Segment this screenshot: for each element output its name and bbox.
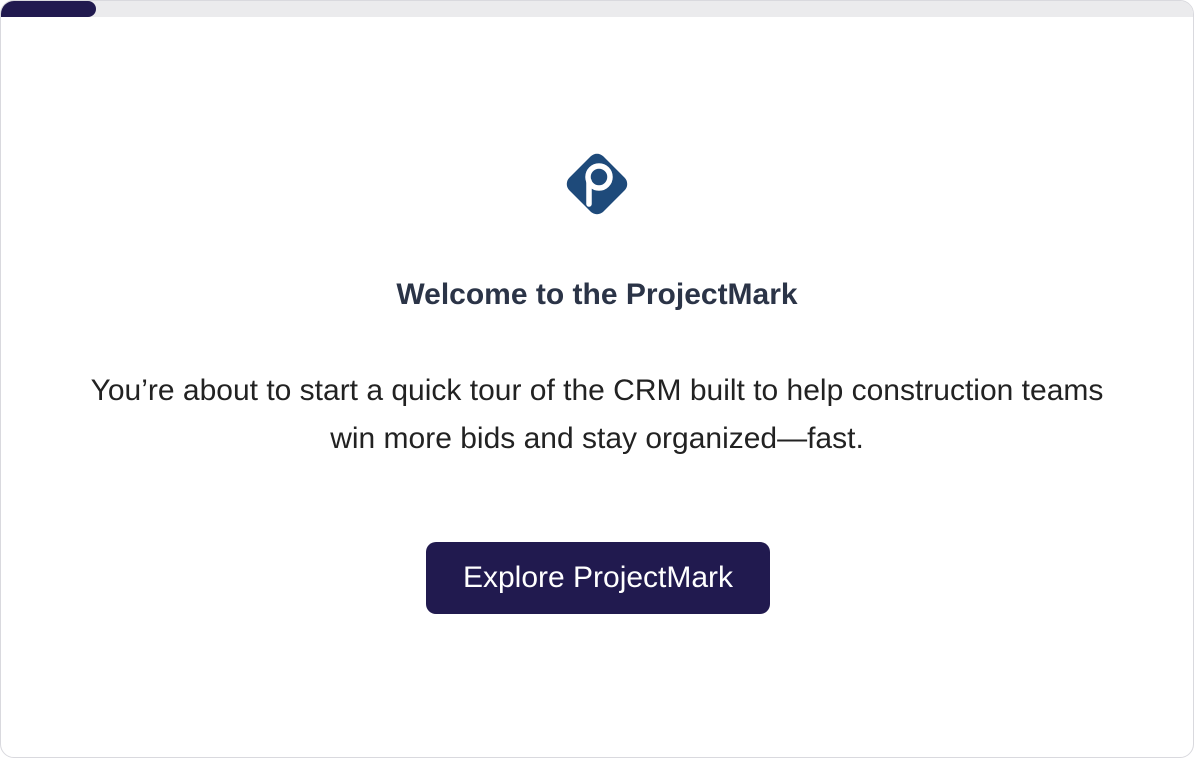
tour-progress-bar xyxy=(1,1,1193,17)
projectmark-logo-icon xyxy=(555,142,639,226)
welcome-description: You’re about to start a quick tour of th… xyxy=(90,374,1104,455)
explore-projectmark-button[interactable]: Explore ProjectMark xyxy=(426,542,770,614)
tour-progress-fill xyxy=(1,1,97,17)
welcome-title: Welcome to the ProjectMark xyxy=(396,278,798,311)
welcome-dialog: Welcome to the ProjectMark You’re about … xyxy=(0,0,1194,758)
